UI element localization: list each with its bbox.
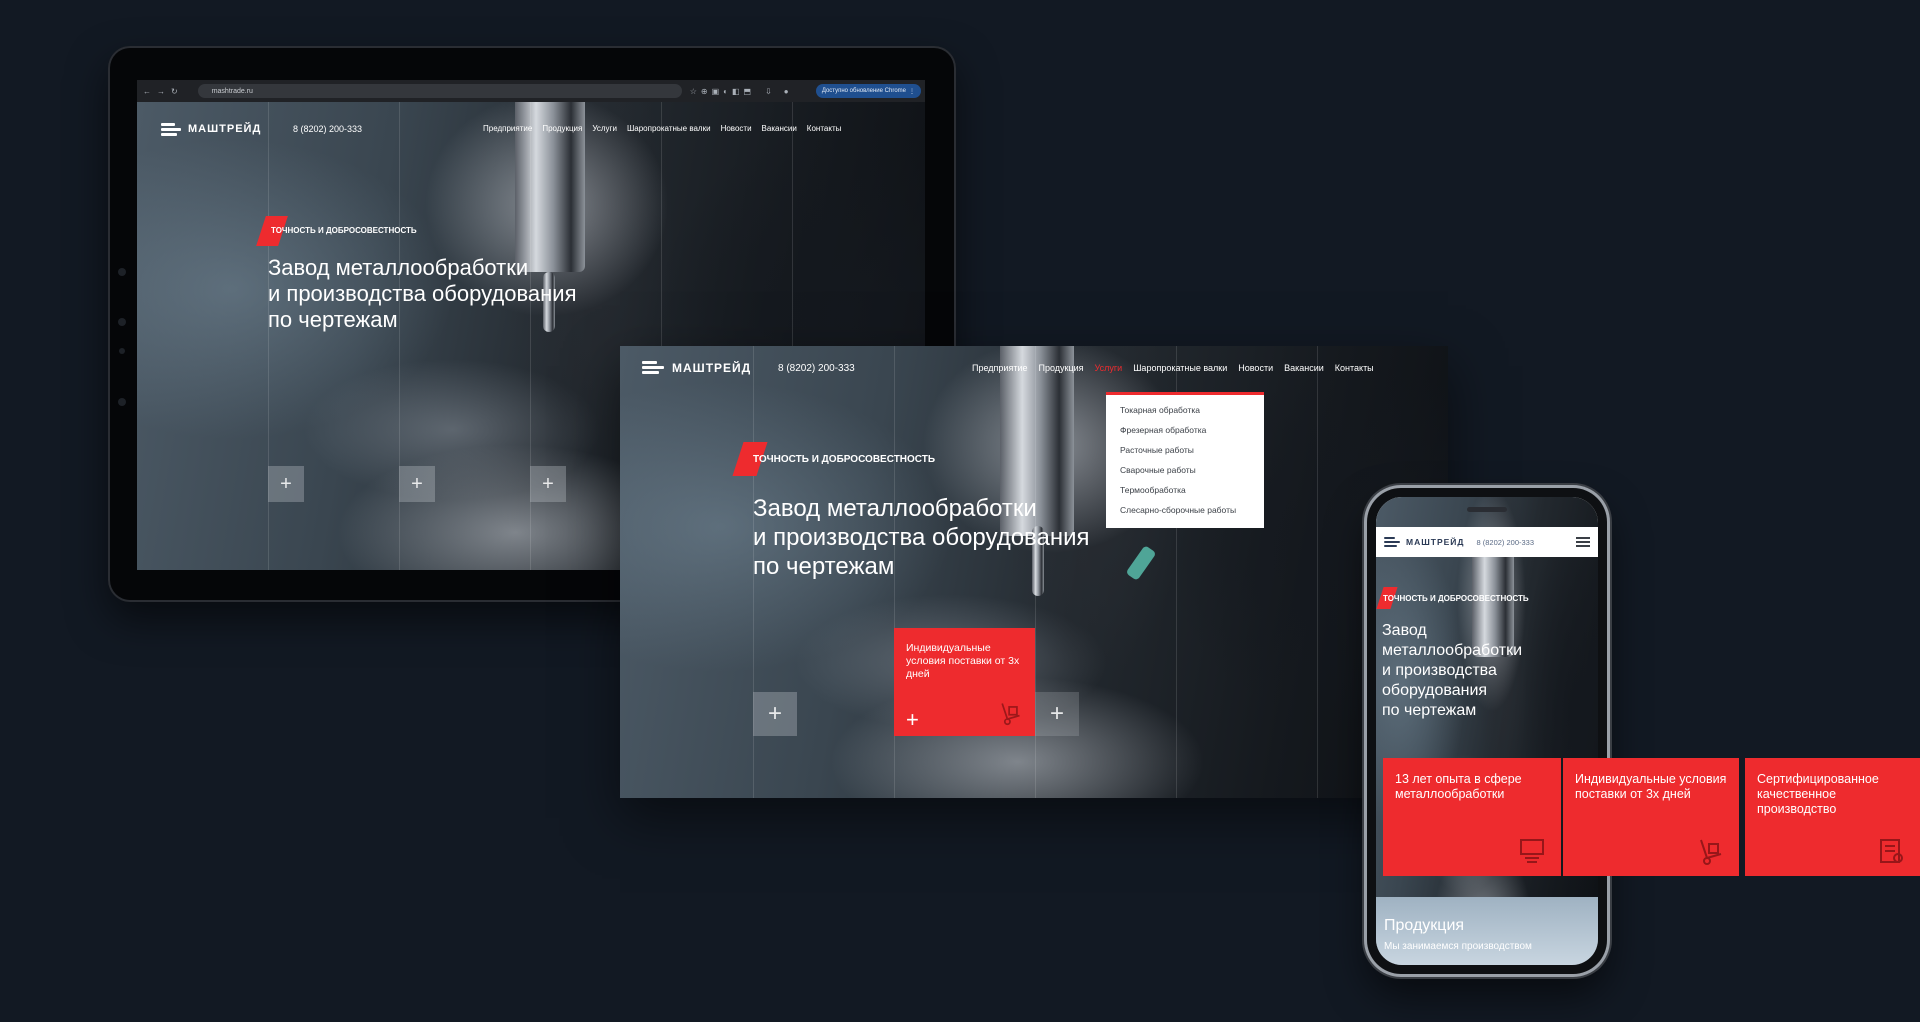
- mobile-header: МАШТРЕЙД 8 (8202) 200-333: [1376, 527, 1598, 557]
- nav-item-rolls[interactable]: Шаропрокатные валки: [627, 124, 711, 133]
- feature-card-experience[interactable]: 13 лет опыта в сфере металлообработки: [1383, 758, 1561, 876]
- main-nav: Предприятие Продукция Услуги Шаропрокатн…: [972, 363, 1374, 373]
- hero-tagline: Точность и добросовестность: [1383, 594, 1529, 603]
- hero-tagline: Точность и добросовестность: [271, 226, 417, 235]
- logo-icon: [161, 122, 183, 136]
- plus-icon: +: [906, 707, 919, 732]
- tablet-camera: [118, 268, 126, 276]
- phone-screen: МАШТРЕЙД 8 (8202) 200-333 Точность и доб…: [1376, 497, 1598, 965]
- hero-title-line: и производства: [1382, 662, 1497, 679]
- dropdown-item-heat-treatment[interactable]: Термообработка: [1120, 485, 1264, 505]
- nav-item-news[interactable]: Новости: [721, 124, 752, 133]
- hero-tagline: Точность и добросовестность: [753, 454, 936, 465]
- feature-card-text: Индивидуальные условия поставки от 3х дн…: [1575, 772, 1727, 801]
- feature-card-text: Сертифицированное качественное производс…: [1757, 772, 1879, 816]
- nav-item-services[interactable]: Услуги: [1095, 363, 1123, 373]
- products-lead: Мы занимаемся производством: [1384, 941, 1532, 952]
- logo[interactable]: МАШТРЕЙД: [1384, 536, 1465, 548]
- hero-title-line: по чертежам: [268, 307, 398, 332]
- logo-icon: [1384, 536, 1402, 548]
- feature-card-text: 13 лет опыта в сфере металлообработки: [1395, 772, 1522, 801]
- header-phone[interactable]: 8 (8202) 200-333: [778, 363, 855, 374]
- plus-button[interactable]: +: [399, 466, 435, 502]
- hero-title-line: металлообработки: [1382, 642, 1522, 659]
- nav-item-contacts[interactable]: Контакты: [1335, 363, 1374, 373]
- phone-hero: [1376, 497, 1598, 965]
- profile-icon[interactable]: ●: [784, 87, 793, 96]
- products-section: Продукция Мы занимаемся производством: [1376, 897, 1598, 965]
- logo-icon: [642, 360, 666, 375]
- hero-title: Завод металлообработки и производства об…: [1382, 621, 1522, 721]
- hero-title-line: Завод: [1382, 622, 1427, 639]
- header-phone[interactable]: 8 (8202) 200-333: [1476, 538, 1534, 547]
- hand-truck-icon: [997, 700, 1023, 726]
- phone-device: МАШТРЕЙД 8 (8202) 200-333 Точность и доб…: [1367, 488, 1607, 974]
- dropdown-item-assembly[interactable]: Слесарно-сборочные работы: [1120, 505, 1264, 525]
- coolant-nozzle-image: [1125, 545, 1157, 581]
- hero-title-line: оборудования: [1382, 682, 1488, 699]
- plus-button[interactable]: +: [530, 466, 566, 502]
- address-text[interactable]: mashtrade.ru: [212, 88, 253, 95]
- dropdown-item-boring[interactable]: Расточные работы: [1120, 445, 1264, 465]
- products-heading: Продукция: [1384, 917, 1465, 934]
- feature-card-text: Индивидуальные условия поставки от 3х дн…: [906, 642, 1020, 680]
- extension-icons[interactable]: ☆⊕▣◐◧⬒: [690, 87, 755, 96]
- certificate-icon: [1876, 836, 1906, 866]
- nav-item-vacancies[interactable]: Вакансии: [762, 124, 797, 133]
- browser-nav-icons[interactable]: ←→↻: [143, 87, 184, 96]
- nav-item-services[interactable]: Услуги: [592, 124, 617, 133]
- logo-text: МАШТРЕЙД: [672, 360, 752, 375]
- nav-item-vacancies[interactable]: Вакансии: [1284, 363, 1324, 373]
- phone-speaker: [1467, 507, 1507, 512]
- tablet-sensor: [118, 398, 126, 406]
- address-bar[interactable]: mashtrade.ru: [197, 84, 682, 98]
- hero-title: Завод металлообработки и производства об…: [268, 255, 576, 333]
- logo-text: МАШТРЕЙД: [1406, 537, 1465, 547]
- hero-title-line: и производства оборудования: [268, 281, 577, 306]
- nav-item-enterprise[interactable]: Предприятие: [483, 124, 532, 133]
- chrome-update-button[interactable]: Доступно обновление Chrome ⋮: [815, 84, 921, 98]
- tablet-sensor: [119, 348, 125, 354]
- dropdown-item-turning[interactable]: Токарная обработка: [1120, 405, 1264, 425]
- hero-title-line: Завод металлообработки: [268, 255, 529, 280]
- hero-title-line: и производства оборудования: [753, 524, 1090, 551]
- desktop-screen: МАШТРЕЙД 8 (8202) 200-333 Предприятие Пр…: [620, 346, 1448, 798]
- browser-toolbar: ←→↻ mashtrade.ru ☆⊕▣◐◧⬒ ⇩ ● Доступно обн…: [137, 80, 925, 102]
- hero-title-line: по чертежам: [1382, 702, 1477, 719]
- plus-button[interactable]: +: [753, 692, 797, 736]
- chrome-update-label: Доступно обновление Chrome: [821, 88, 906, 94]
- main-nav: Предприятие Продукция Услуги Шаропрокатн…: [483, 124, 841, 133]
- nav-item-products[interactable]: Продукция: [1038, 363, 1083, 373]
- logo-text: МАШТРЕЙД: [188, 123, 262, 135]
- tablet-sensor: [118, 318, 126, 326]
- feature-card-delivery[interactable]: Индивидуальные условия поставки от 3х дн…: [1563, 758, 1739, 876]
- download-icon[interactable]: ⇩: [765, 87, 776, 96]
- dropdown-item-milling[interactable]: Фрезерная обработка: [1120, 425, 1264, 445]
- nav-item-enterprise[interactable]: Предприятие: [972, 363, 1027, 373]
- nav-item-rolls[interactable]: Шаропрокатные валки: [1133, 363, 1227, 373]
- dropdown-item-welding[interactable]: Сварочные работы: [1120, 465, 1264, 485]
- nav-item-news[interactable]: Новости: [1238, 363, 1273, 373]
- hero-title-line: по чертежам: [753, 553, 895, 580]
- hand-truck-icon: [1695, 836, 1725, 866]
- nav-item-contacts[interactable]: Контакты: [807, 124, 842, 133]
- feature-card-delivery[interactable]: Индивидуальные условия поставки от 3х дн…: [894, 628, 1035, 736]
- services-dropdown: Токарная обработка Фрезерная обработка Р…: [1106, 392, 1264, 528]
- menu-icon[interactable]: [1576, 535, 1590, 549]
- plus-button[interactable]: +: [1035, 692, 1079, 736]
- hero-title: Завод металлообработки и производства об…: [753, 494, 1090, 581]
- feature-card-certified[interactable]: Сертифицированное качественное производс…: [1745, 758, 1920, 876]
- header-phone[interactable]: 8 (8202) 200-333: [293, 124, 362, 134]
- logo[interactable]: МАШТРЕЙД: [642, 360, 751, 375]
- more-icon: ⋮: [909, 88, 915, 95]
- award-icon: [1517, 836, 1547, 866]
- logo[interactable]: МАШТРЕЙД: [161, 122, 261, 136]
- nav-item-products[interactable]: Продукция: [542, 124, 582, 133]
- hero-title-line: Завод металлообработки: [753, 495, 1037, 522]
- plus-button[interactable]: +: [268, 466, 304, 502]
